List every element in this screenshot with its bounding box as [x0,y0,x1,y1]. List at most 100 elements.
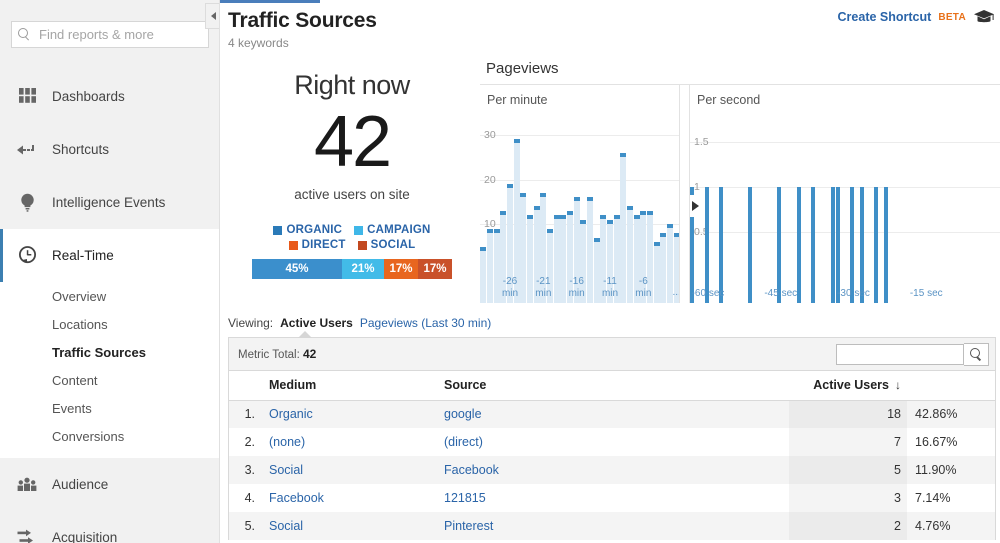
cell-source-link[interactable]: Facebook [444,463,499,477]
bar[interactable] [777,187,782,303]
column-active-users[interactable]: Active Users ↓ [789,371,907,401]
cell-medium-link[interactable]: (none) [269,435,305,449]
cell-source[interactable]: Facebook [444,456,789,484]
sidebar-item-overview[interactable]: Overview [0,282,219,310]
metric-total-value: 42 [302,347,317,361]
pageviews-charts: Per minute 10 20 30 -26 min -21 min -16 min -11 mi… [480,84,1000,303]
sidebar-item-audience[interactable]: Audience [0,458,219,511]
cell-source[interactable]: google [444,400,789,428]
sidebar-nav: Dashboards Shortcuts Intelligence Events… [0,70,219,543]
viewing-row: Viewing: Active Users Pageviews (Last 30… [220,308,1000,338]
cell-medium[interactable]: Social [263,456,444,484]
bar[interactable] [719,187,724,303]
cell-source-link[interactable]: 121815 [444,491,486,505]
cell-source[interactable]: 121815 [444,484,789,512]
share-segment[interactable]: 21% [342,259,384,279]
bar[interactable] [560,215,567,303]
bar[interactable] [859,187,864,303]
viewing-caret [298,331,312,338]
bar[interactable] [627,206,634,303]
bar[interactable] [830,187,835,303]
share-segment[interactable]: 17% [418,259,452,279]
cell-source-link[interactable]: (direct) [444,435,483,449]
chevron-left-icon [210,12,216,20]
bar[interactable] [493,228,500,303]
active-users-caption: active users on site [294,187,410,202]
cell-medium-link[interactable]: Social [269,463,303,477]
sidebar-item-shortcuts[interactable]: Shortcuts [0,123,219,176]
table-header-row: Medium Source Active Users ↓ [229,371,995,401]
bar[interactable] [835,187,840,303]
graduation-cap-icon[interactable] [973,9,995,25]
legend-item-social[interactable]: SOCIAL [357,239,416,251]
legend-item-organic[interactable]: ORGANIC [273,224,342,236]
bar[interactable] [884,187,888,303]
share-segment[interactable]: 45% [252,259,342,279]
sidebar-item-label: Shortcuts [52,142,110,157]
cell-medium[interactable]: Social [263,512,444,540]
grid-icon [14,86,40,108]
bar[interactable] [593,237,600,303]
bar[interactable] [796,187,801,303]
sidebar-item-intelligence-events[interactable]: Intelligence Events [0,176,219,229]
create-shortcut-button[interactable]: Create Shortcut [838,10,932,24]
cell-source[interactable]: Pinterest [444,512,789,540]
people-icon [14,474,40,496]
x-axis-tick: -30 sec [837,288,870,299]
legend-item-label: SOCIAL [370,239,416,251]
viewing-option-pageviews[interactable]: Pageviews (Last 30 min) [360,316,491,330]
sidebar-collapse-button[interactable] [205,3,219,29]
bar[interactable] [587,197,594,303]
cell-medium-link[interactable]: Organic [269,407,313,421]
bar[interactable] [520,193,527,303]
arrow-dotted-icon [14,139,40,161]
bar[interactable] [704,187,709,303]
column-medium[interactable]: Medium [263,371,444,401]
cell-medium-link[interactable]: Social [269,519,303,533]
bar[interactable] [527,215,534,303]
bar[interactable] [487,228,494,303]
bar[interactable] [480,246,487,303]
cell-medium-link[interactable]: Facebook [269,491,324,505]
sidebar-item-locations[interactable]: Locations [0,310,219,338]
cell-medium[interactable]: (none) [263,428,444,456]
sidebar-item-content[interactable]: Content [0,366,219,394]
bar[interactable] [653,242,660,303]
next-chart-button[interactable] [690,195,703,217]
bar[interactable] [874,187,879,303]
cell-medium[interactable]: Organic [263,400,444,428]
x-axis-tick: -60 sec [691,288,725,299]
sidebar-search[interactable] [11,21,209,48]
y-axis-tick: 1 [694,181,700,193]
cell-source-link[interactable]: google [444,407,482,421]
sidebar-item-real-time[interactable]: Real-Time [0,229,219,282]
sidebar-item-conversions[interactable]: Conversions [0,422,219,450]
legend-item-direct[interactable]: DIRECT [288,239,346,251]
bar[interactable] [553,215,560,303]
y-axis-tick: 1.5 [694,136,709,148]
cell-active-users: 18 [789,400,907,428]
viewing-option-active-users[interactable]: Active Users [280,316,353,330]
cell-source[interactable]: (direct) [444,428,789,456]
bar[interactable] [811,187,816,303]
cell-source-link[interactable]: Pinterest [444,519,493,533]
x-axis-tick: -45 sec [764,288,798,299]
bar[interactable] [748,187,753,303]
row-index: 4. [229,484,263,512]
bar[interactable] [850,187,855,303]
column-source[interactable]: Source [444,371,789,401]
bar[interactable] [660,233,667,303]
sidebar-item-dashboards[interactable]: Dashboards [0,70,219,123]
table-search-button[interactable] [964,342,989,366]
legend-item-campaign[interactable]: CAMPAIGN [354,224,430,236]
share-segment[interactable]: 17% [384,259,418,279]
table-search-input[interactable] [836,343,964,365]
sidebar-item-traffic-sources[interactable]: Traffic Sources [0,338,219,366]
cell-medium[interactable]: Facebook [263,484,444,512]
search-input[interactable] [37,26,202,43]
column-percent [907,371,995,401]
sidebar-item-acquisition[interactable]: Acquisition [0,511,219,543]
legend-swatch-icon [273,225,283,235]
bar[interactable] [620,152,627,303]
sidebar-item-events[interactable]: Events [0,394,219,422]
